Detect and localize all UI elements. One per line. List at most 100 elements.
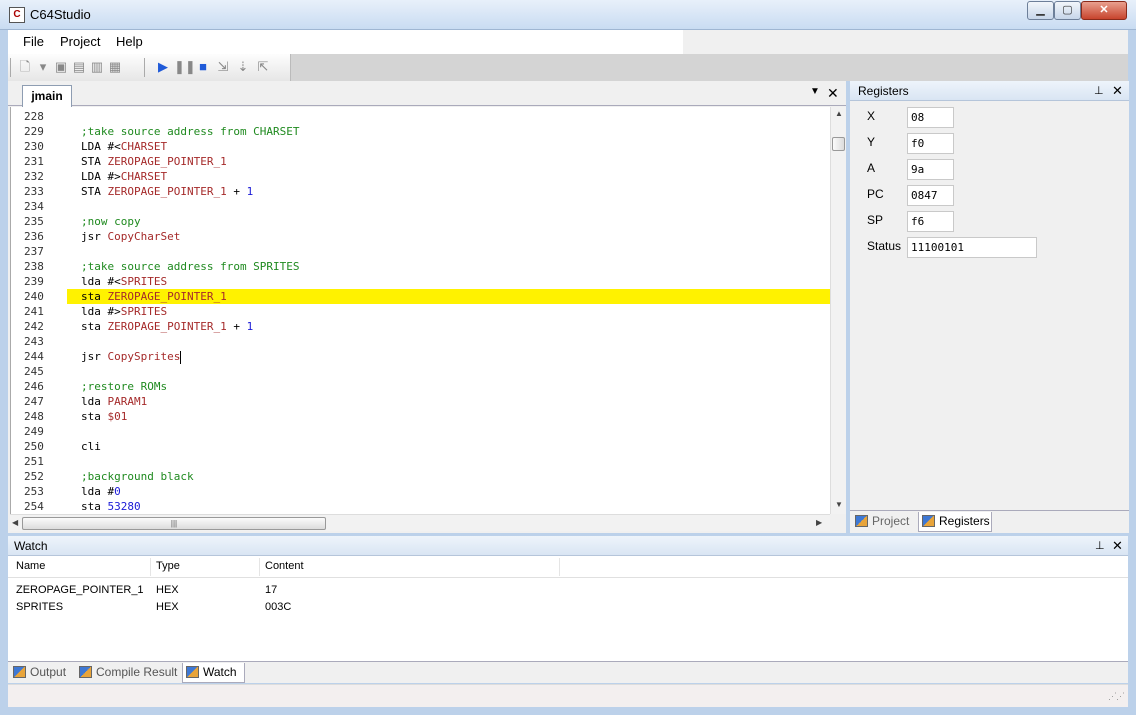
tab-registers[interactable]: Registers	[918, 512, 992, 532]
minimize-button[interactable]: ▁	[1027, 1, 1054, 20]
title-bar: C C64Studio ▁ ▢ ✕	[0, 0, 1136, 30]
close-icon[interactable]: ✕	[827, 85, 839, 102]
menu-project[interactable]: Project	[60, 34, 100, 49]
horizontal-scrollbar[interactable]: ◀ ||| ▶	[10, 514, 830, 531]
step-out-icon[interactable]: ⇱	[254, 58, 272, 76]
column-divider[interactable]	[150, 558, 151, 576]
pin-icon[interactable]: ⊥	[1095, 539, 1105, 552]
code-token: ;take source address from CHARSET	[81, 125, 300, 138]
register-value-x[interactable]: 08	[907, 107, 954, 128]
column-type[interactable]: Type	[156, 560, 180, 572]
tab-watch[interactable]: Watch	[182, 663, 245, 683]
menu-help[interactable]: Help	[116, 34, 143, 49]
code-text: ;restore ROMs	[81, 379, 167, 394]
code-line[interactable]: 246 ;restore ROMs	[11, 379, 831, 394]
code-line[interactable]: 249	[11, 424, 831, 439]
save-as-icon[interactable]: ▥	[88, 58, 106, 76]
close-icon[interactable]: ✕	[1112, 538, 1123, 554]
scroll-down-icon[interactable]: ▼	[835, 500, 843, 509]
code-text: STA ZEROPAGE_POINTER_1 + 1	[81, 184, 253, 199]
code-line[interactable]: 234	[11, 199, 831, 214]
register-value-y[interactable]: f0	[907, 133, 954, 154]
tab-output[interactable]: Output	[10, 663, 76, 683]
maximize-button[interactable]: ▢	[1054, 1, 1081, 20]
step-into-icon[interactable]: ⇲	[214, 58, 232, 76]
code-line[interactable]: 241 lda #>SPRITES	[11, 304, 831, 319]
register-value-pc[interactable]: 0847	[907, 185, 954, 206]
vertical-scrollbar[interactable]: ▲ ▼	[830, 107, 846, 514]
code-line[interactable]: 231 STA ZEROPAGE_POINTER_1	[11, 154, 831, 169]
code-token: ;background black	[81, 470, 194, 483]
register-value-status[interactable]: 11100101	[907, 237, 1037, 258]
horizontal-scroll-thumb[interactable]: |||	[22, 517, 326, 530]
code-token: jsr	[81, 350, 108, 363]
code-line[interactable]: 232 LDA #>CHARSET	[11, 169, 831, 184]
register-value-a[interactable]: 9a	[907, 159, 954, 180]
code-line[interactable]: 235 ;now copy	[11, 214, 831, 229]
code-line[interactable]: 240 sta ZEROPAGE_POINTER_1	[11, 289, 831, 304]
line-number: 231	[24, 155, 44, 168]
code-line[interactable]: 236 jsr CopyCharSet	[11, 229, 831, 244]
tab-jmain[interactable]: jmain	[22, 85, 72, 107]
line-number: 239	[24, 275, 44, 288]
tab-project-label: Project	[872, 514, 910, 528]
registers-title: Registers	[858, 84, 909, 98]
code-text: lda PARAM1	[81, 394, 147, 409]
scroll-up-icon[interactable]: ▲	[835, 109, 843, 118]
save-icon[interactable]: ▣	[52, 58, 70, 76]
code-line[interactable]: 230 LDA #<CHARSET	[11, 139, 831, 154]
line-number: 241	[24, 305, 44, 318]
column-divider[interactable]	[559, 558, 560, 576]
code-line[interactable]: 229 ;take source address from CHARSET	[11, 124, 831, 139]
code-line[interactable]: 245	[11, 364, 831, 379]
column-divider[interactable]	[259, 558, 260, 576]
code-line[interactable]: 247 lda PARAM1	[11, 394, 831, 409]
code-line[interactable]: 243	[11, 334, 831, 349]
code-line[interactable]: 237	[11, 244, 831, 259]
code-text: jsr CopyCharSet	[81, 229, 180, 244]
print-icon[interactable]: ▦	[106, 58, 124, 76]
code-line[interactable]: 251	[11, 454, 831, 469]
code-line[interactable]: 248 sta $01	[11, 409, 831, 424]
line-number: 249	[24, 425, 44, 438]
tab-project[interactable]: Project	[852, 512, 918, 532]
tab-compile-result[interactable]: Compile Result	[76, 663, 182, 683]
close-icon[interactable]: ✕	[1112, 83, 1123, 99]
code-line[interactable]: 242 sta ZEROPAGE_POINTER_1 + 1	[11, 319, 831, 334]
column-name[interactable]: Name	[16, 560, 45, 572]
pin-icon[interactable]: ⊥	[1094, 84, 1104, 97]
code-editor[interactable]: 228 229 ;take source address from CHARSET 2…	[10, 107, 831, 514]
code-line[interactable]: 250 cli	[11, 439, 831, 454]
new-dropdown-icon[interactable]: ▾	[34, 58, 52, 76]
line-number: 233	[24, 185, 44, 198]
register-value-sp[interactable]: f6	[907, 211, 954, 232]
code-token: $01	[107, 410, 128, 423]
resize-grip-icon[interactable]: ⋰⋰	[1108, 691, 1125, 702]
line-number: 228	[24, 110, 44, 123]
code-line[interactable]: 228	[11, 109, 831, 124]
stop-icon[interactable]: ■	[194, 58, 212, 76]
new-file-icon[interactable]: 🗋	[16, 58, 34, 76]
run-icon[interactable]: ▶	[154, 58, 172, 76]
chevron-down-icon[interactable]: ▼	[810, 86, 820, 97]
register-label-a: A	[867, 161, 876, 175]
save-all-icon[interactable]: ▤	[70, 58, 88, 76]
code-line[interactable]: 238 ;take source address from SPRITES	[11, 259, 831, 274]
watch-row[interactable]: ZEROPAGE_POINTER_1 HEX 17	[8, 582, 1128, 599]
scroll-right-icon[interactable]: ▶	[816, 518, 822, 527]
code-line[interactable]: 244 jsr CopySprites	[11, 349, 831, 364]
watch-row[interactable]: SPRITES HEX 003C	[8, 599, 1128, 616]
code-line[interactable]: 239 lda #<SPRITES	[11, 274, 831, 289]
column-content[interactable]: Content	[265, 560, 304, 572]
scroll-left-icon[interactable]: ◀	[12, 518, 18, 527]
code-line[interactable]: 252 ;background black	[11, 469, 831, 484]
close-button[interactable]: ✕	[1081, 1, 1127, 20]
watch-cell: HEX	[156, 601, 179, 613]
code-line[interactable]: 253 lda #0	[11, 484, 831, 499]
pause-icon[interactable]: ❚❚	[174, 58, 196, 76]
code-line[interactable]: 233 STA ZEROPAGE_POINTER_1 + 1	[11, 184, 831, 199]
step-over-icon[interactable]: ⇣	[234, 58, 252, 76]
menu-file[interactable]: File	[23, 34, 44, 49]
code-line[interactable]: 254 sta 53280	[11, 499, 831, 514]
vertical-scroll-thumb[interactable]	[832, 137, 845, 151]
